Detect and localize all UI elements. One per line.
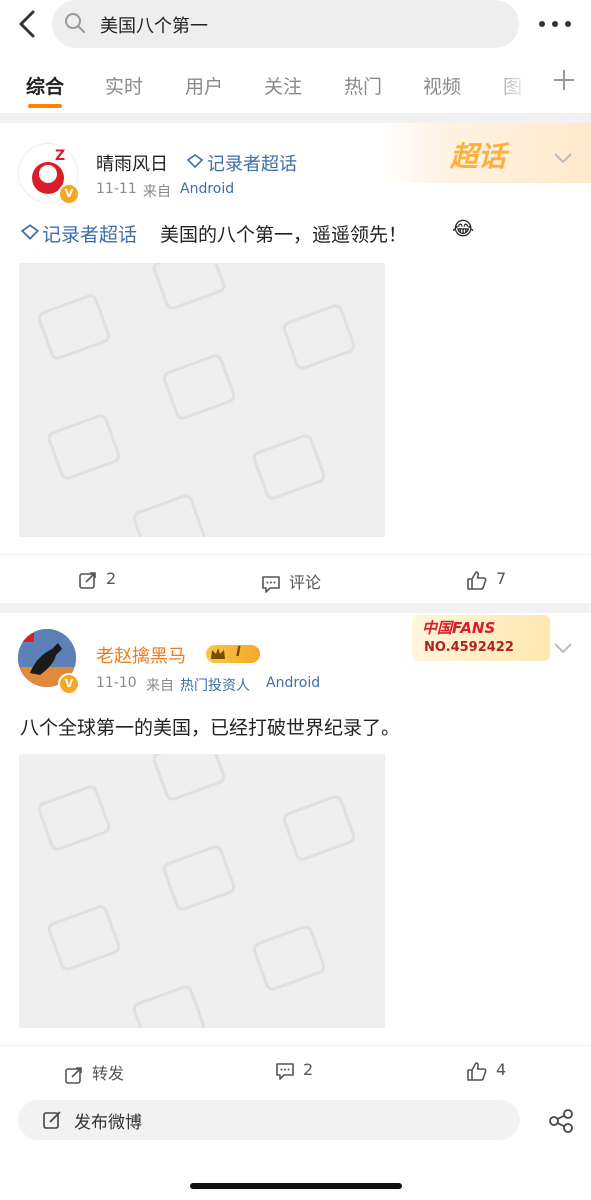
image-placeholder[interactable] bbox=[19, 754, 385, 1028]
more-options-icon[interactable] bbox=[538, 18, 572, 30]
verified-badge: V bbox=[58, 673, 80, 695]
search-input[interactable]: 美国八个第一 bbox=[52, 0, 519, 48]
like-button[interactable]: 7 bbox=[466, 569, 506, 590]
top-bar: 美国八个第一 bbox=[0, 0, 591, 50]
action-bar: 2 评论 7 bbox=[0, 554, 591, 605]
active-tab-indicator bbox=[28, 104, 62, 108]
post-source-prefix: 来自 bbox=[143, 184, 171, 200]
comment-icon bbox=[276, 1062, 294, 1080]
fans-badge-number: NO.4592422 bbox=[424, 640, 514, 655]
super-topic-badge: 超话 bbox=[450, 140, 507, 173]
chevron-down-icon[interactable] bbox=[554, 643, 572, 653]
like-count: 7 bbox=[496, 569, 507, 588]
repost-icon bbox=[79, 571, 96, 589]
topic-tag-link[interactable]: 记录者超话 bbox=[207, 150, 297, 176]
post-topic-link[interactable]: 记录者超话 bbox=[42, 220, 137, 247]
post-source[interactable]: 热门投资人 bbox=[180, 675, 250, 695]
laughing-emoji: 😂 bbox=[452, 218, 475, 240]
bottom-bar: 发布微博 bbox=[0, 1088, 591, 1200]
like-button[interactable]: 4 bbox=[466, 1060, 506, 1081]
post-source-os[interactable]: Android bbox=[266, 675, 320, 691]
post-source-prefix: 来自 bbox=[146, 678, 174, 694]
comment-count: 2 bbox=[303, 1060, 314, 1079]
thumbs-up-icon bbox=[467, 570, 487, 590]
add-tab-icon[interactable] bbox=[552, 68, 576, 92]
diamond-icon bbox=[186, 154, 204, 169]
post-card[interactable]: 中国FANS NO.4592422 V 老赵擒黑马 I 11-10 来自 热门投… bbox=[0, 613, 591, 1088]
repost-icon bbox=[65, 1066, 82, 1084]
like-count: 4 bbox=[496, 1060, 507, 1079]
crown-icon bbox=[211, 648, 225, 659]
image-placeholder-icon bbox=[37, 754, 356, 1028]
member-level-badge: I bbox=[206, 645, 260, 663]
comment-button[interactable]: 评论 bbox=[261, 569, 321, 594]
author-name[interactable]: 老赵擒黑马 bbox=[96, 642, 186, 668]
tab-bar: 综合 实时 用户 关注 热门 视频 图 bbox=[0, 62, 591, 112]
divider bbox=[0, 603, 591, 613]
svg-text:Z: Z bbox=[55, 148, 65, 164]
search-icon bbox=[65, 13, 85, 33]
compose-post-button[interactable]: 发布微博 bbox=[18, 1100, 520, 1140]
search-query: 美国八个第一 bbox=[100, 16, 208, 37]
post-text: 美国的八个第一，遥遥领先！ bbox=[160, 224, 408, 246]
member-level: I bbox=[236, 645, 241, 660]
post-time: 11-10 bbox=[96, 675, 137, 691]
comment-button[interactable]: 2 bbox=[275, 1060, 313, 1081]
share-icon[interactable] bbox=[548, 1108, 574, 1134]
edit-icon bbox=[43, 1111, 61, 1129]
tab-hot[interactable]: 热门 bbox=[344, 72, 382, 99]
tab-all[interactable]: 综合 bbox=[26, 72, 64, 99]
post-source[interactable]: Android bbox=[180, 181, 234, 197]
fans-badge-title: 中国FANS bbox=[422, 619, 496, 637]
tab-video[interactable]: 视频 bbox=[423, 72, 461, 99]
verified-badge: V bbox=[58, 183, 80, 205]
image-placeholder[interactable] bbox=[19, 263, 385, 537]
tab-users[interactable]: 用户 bbox=[185, 72, 223, 99]
image-placeholder-icon bbox=[37, 263, 356, 537]
divider bbox=[0, 113, 591, 123]
tab-realtime[interactable]: 实时 bbox=[105, 72, 143, 99]
post-text: 八个全球第一的美国，已经打破世界纪录了。 bbox=[20, 717, 401, 739]
fans-badge: 中国FANS NO.4592422 bbox=[412, 615, 550, 661]
compose-label: 发布微博 bbox=[74, 1113, 142, 1133]
comment-icon bbox=[262, 575, 280, 593]
tab-following[interactable]: 关注 bbox=[264, 72, 302, 99]
thumbs-up-icon bbox=[467, 1061, 487, 1081]
repost-button[interactable]: 2 bbox=[78, 569, 116, 590]
chevron-down-icon[interactable] bbox=[554, 153, 572, 163]
back-arrow-icon[interactable] bbox=[12, 8, 44, 40]
repost-button[interactable]: 转发 bbox=[64, 1060, 124, 1085]
diamond-icon bbox=[20, 224, 40, 240]
repost-label: 转发 bbox=[92, 1064, 125, 1083]
repost-count: 2 bbox=[106, 569, 117, 588]
tab-fade bbox=[490, 62, 540, 102]
post-card[interactable]: 超话 Z V 晴雨风日 记录者超话 11-11 来自 Android 记录者超话… bbox=[0, 123, 591, 603]
author-name[interactable]: 晴雨风日 bbox=[96, 150, 168, 176]
comment-count: 评论 bbox=[289, 573, 322, 592]
post-time: 11-11 bbox=[96, 181, 137, 197]
home-indicator bbox=[190, 1183, 402, 1189]
